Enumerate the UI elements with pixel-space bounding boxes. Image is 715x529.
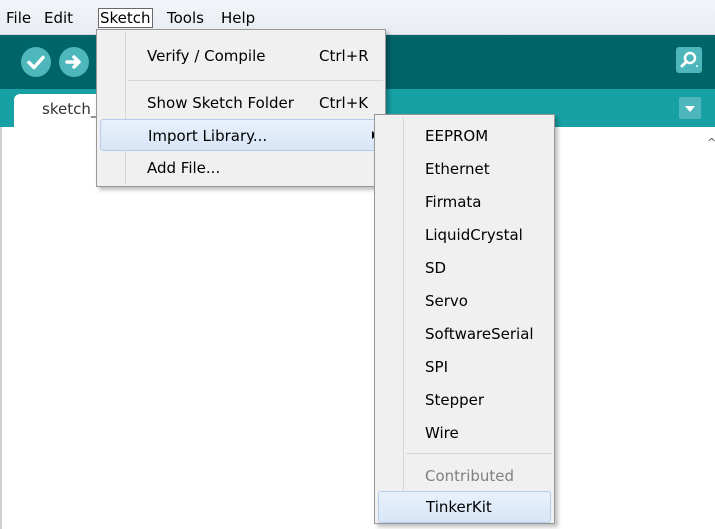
library-item-label: EEPROM	[425, 127, 489, 145]
library-item-spi[interactable]: SPI	[375, 351, 554, 383]
arduino-ide-window: File Edit Sketch Tools Help sketch_ ^ Ve…	[0, 0, 715, 529]
sketch-menu-dropdown: Verify / Compile Ctrl+R Show Sketch Fold…	[96, 29, 386, 187]
menu-help[interactable]: Help	[219, 8, 257, 28]
editor-border	[0, 127, 2, 529]
library-item-liquidcrystal[interactable]: LiquidCrystal	[375, 219, 554, 251]
arrow-right-icon	[65, 55, 81, 69]
menu-item-label: Show Sketch Folder	[147, 94, 294, 112]
library-item-label: Servo	[425, 292, 468, 310]
library-item-label: LiquidCrystal	[425, 226, 523, 244]
menu-sketch[interactable]: Sketch	[98, 8, 153, 28]
menu-item-import-library[interactable]: Import Library...	[100, 119, 382, 151]
menu-item-label: Verify / Compile	[147, 47, 266, 65]
library-item-label: Wire	[425, 424, 459, 442]
menu-edit[interactable]: Edit	[42, 8, 75, 28]
menu-item-shortcut: Ctrl+K	[319, 94, 369, 112]
library-item-label: SD	[425, 259, 447, 277]
code-editor[interactable]	[0, 127, 715, 529]
library-item-stepper[interactable]: Stepper	[375, 384, 554, 416]
library-item-sd[interactable]: SD	[375, 252, 554, 284]
library-item-tinkerkit[interactable]: TinkerKit	[378, 491, 551, 523]
library-item-label: Firmata	[425, 193, 482, 211]
menu-item-label: Import Library...	[148, 127, 268, 145]
magnifier-icon	[680, 51, 698, 68]
menu-item-show-sketch-folder[interactable]: Show Sketch Folder Ctrl+K	[97, 87, 385, 119]
menu-file[interactable]: File	[4, 8, 33, 28]
library-item-label: Ethernet	[425, 160, 490, 178]
library-item-label: TinkerKit	[426, 498, 492, 516]
menu-tools[interactable]: Tools	[165, 8, 206, 28]
library-item-servo[interactable]: Servo	[375, 285, 554, 317]
menu-separator	[128, 80, 383, 81]
menu-item-label: Add File...	[147, 159, 221, 177]
menu-item-shortcut: Ctrl+R	[319, 47, 369, 65]
submenu-separator	[406, 453, 552, 454]
library-item-label: SPI	[425, 358, 448, 376]
serial-monitor-button[interactable]	[676, 47, 702, 73]
tab-sketch-label: sketch_	[42, 100, 99, 118]
chevron-down-icon	[685, 106, 695, 112]
library-item-label: SoftwareSerial	[425, 325, 534, 343]
section-header-label: Contributed	[425, 467, 515, 485]
library-item-ethernet[interactable]: Ethernet	[375, 153, 554, 185]
library-item-label: Stepper	[425, 391, 485, 409]
menu-item-verify-compile[interactable]: Verify / Compile Ctrl+R	[97, 40, 385, 72]
library-item-softwareserial[interactable]: SoftwareSerial	[375, 318, 554, 350]
menu-item-add-file[interactable]: Add File...	[97, 152, 385, 184]
verify-button[interactable]	[21, 47, 51, 77]
submenu-section-header-contributed: Contributed	[375, 460, 554, 492]
upload-button[interactable]	[59, 47, 89, 77]
tab-menu-button[interactable]	[679, 97, 701, 119]
check-icon	[27, 55, 45, 70]
scroll-up-icon[interactable]: ^	[707, 136, 715, 149]
library-item-firmata[interactable]: Firmata	[375, 186, 554, 218]
library-item-eeprom[interactable]: EEPROM	[375, 120, 554, 152]
import-library-submenu: EEPROM Ethernet Firmata LiquidCrystal SD…	[374, 114, 555, 524]
library-item-wire[interactable]: Wire	[375, 417, 554, 449]
